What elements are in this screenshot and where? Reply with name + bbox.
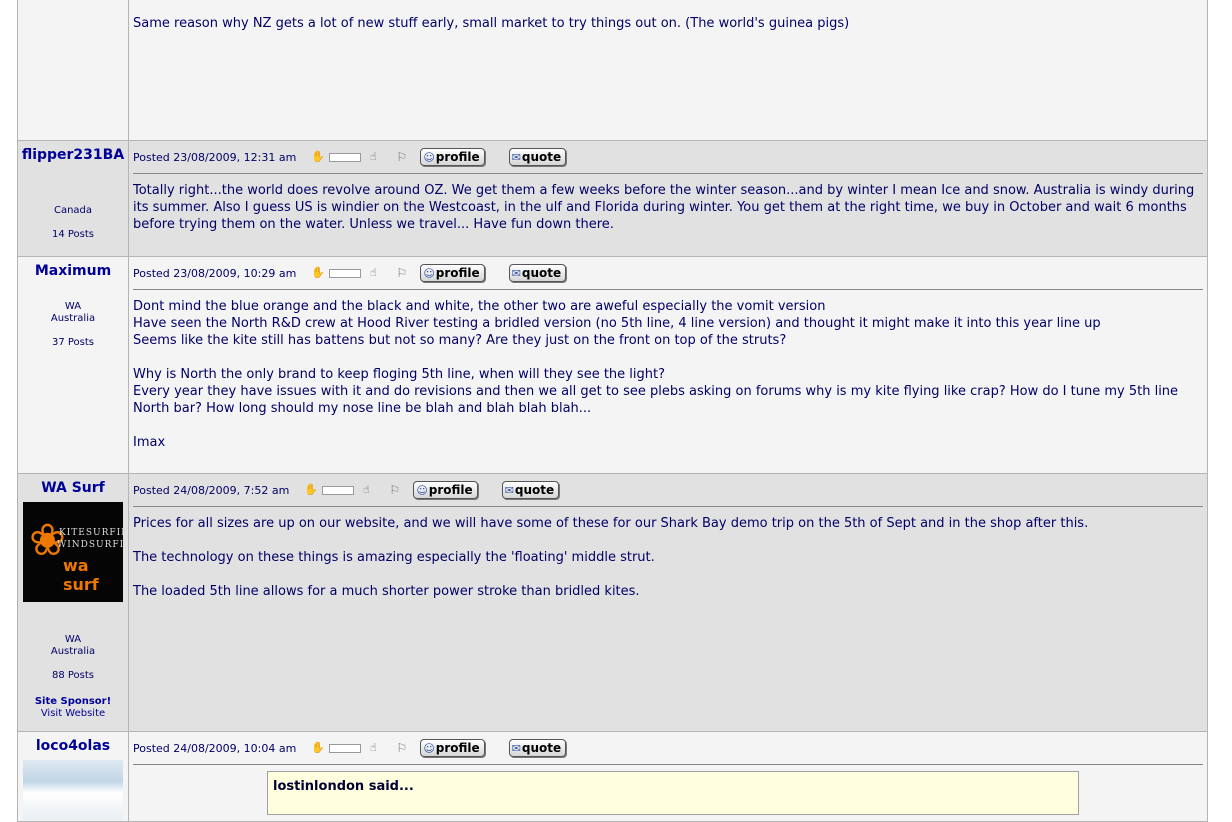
forum-post: loco4olas Posted 24/08/2009, 10:04 am ✋ … xyxy=(17,732,1208,822)
author-location-country: Australia xyxy=(50,646,96,657)
author-post-count: 37 Posts xyxy=(51,337,95,348)
author-panel: WA Surf ❀ KITESURFIN WINDSURFI wa surf W… xyxy=(18,474,129,731)
speech-bubble-icon: ✉ xyxy=(511,266,521,280)
forum-post: Same reason why NZ gets a lot of new stu… xyxy=(17,0,1208,141)
post-body: Dont mind the blue orange and the black … xyxy=(133,290,1207,451)
thumbs-up-icon[interactable]: ☝ xyxy=(367,151,379,163)
thumbs-up-icon[interactable]: ☝ xyxy=(367,742,379,754)
author-post-count: 14 Posts xyxy=(51,229,95,240)
thumbs-down-icon[interactable]: ✋ xyxy=(311,151,325,163)
rating-bar xyxy=(329,268,362,278)
post-timestamp: Posted 23/08/2009, 12:31 am xyxy=(133,150,297,164)
post-timestamp: Posted 23/08/2009, 10:29 am xyxy=(133,266,297,280)
author-username[interactable]: Maximum xyxy=(18,263,128,279)
post-paragraph: Totally right...the world does revolve a… xyxy=(133,183,1195,232)
rating-bar xyxy=(322,485,355,495)
rating-bar xyxy=(329,152,362,162)
speech-bubble-icon: ✉ xyxy=(511,741,521,755)
author-location-region: WA xyxy=(64,634,82,645)
author-panel: flipper231BA Canada 14 Posts xyxy=(18,141,129,256)
post-body: Prices for all sizes are up on our websi… xyxy=(133,507,1207,600)
post-paragraph: Same reason why NZ gets a lot of new stu… xyxy=(133,16,850,31)
post-paragraph: The loaded 5th line allows for a much sh… xyxy=(133,584,640,599)
profile-button[interactable]: ☺ profile xyxy=(420,739,485,757)
forum-post: flipper231BA Canada 14 Posts Posted 23/0… xyxy=(17,141,1208,257)
quoted-message: lostinlondon said... xyxy=(267,771,1079,815)
thumbs-up-icon[interactable]: ☝ xyxy=(367,267,379,279)
report-flag-icon[interactable]: ⚐ xyxy=(389,484,400,496)
quote-button[interactable]: ✉ quote xyxy=(508,264,567,282)
post-content: Posted 23/08/2009, 12:31 am ✋ ☝ ⚐ ☺ profi… xyxy=(129,141,1207,256)
post-toolbar: Posted 23/08/2009, 10:29 am ✋ ☝ ⚐ ☺ profi… xyxy=(133,257,1203,290)
forum-post: WA Surf ❀ KITESURFIN WINDSURFI wa surf W… xyxy=(17,474,1208,732)
quote-button[interactable]: ✉ quote xyxy=(508,739,567,757)
report-flag-icon[interactable]: ⚐ xyxy=(396,151,407,163)
post-paragraph: The technology on these things is amazin… xyxy=(133,550,655,565)
profile-button-label: profile xyxy=(435,266,480,280)
author-avatar xyxy=(23,760,123,820)
post-timestamp: Posted 24/08/2009, 7:52 am xyxy=(133,483,290,497)
forum-post: Maximum WA Australia 37 Posts Posted 23/… xyxy=(17,257,1208,474)
visit-website-link-text[interactable]: Visit Website xyxy=(41,708,105,719)
author-username[interactable]: loco4olas xyxy=(18,738,128,754)
author-panel xyxy=(18,0,129,140)
post-signature: Imax xyxy=(133,435,166,450)
post-body: Same reason why NZ gets a lot of new stu… xyxy=(133,0,1207,32)
visit-website-link[interactable]: Visit Website xyxy=(18,708,128,720)
post-paragraph: Prices for all sizes are up on our websi… xyxy=(133,516,1089,531)
quote-button-label: quote xyxy=(521,741,562,755)
post-body: Totally right...the world does revolve a… xyxy=(133,174,1207,233)
author-location-region: WA xyxy=(64,301,82,312)
profile-button-label: profile xyxy=(435,150,480,164)
sponsor-badge: Site Sponsor! xyxy=(34,696,112,707)
speech-bubble-icon: ✉ xyxy=(504,483,514,497)
author-avatar: ❀ KITESURFIN WINDSURFI wa surf xyxy=(23,502,123,602)
post-toolbar: Posted 24/08/2009, 10:04 am ✋ ☝ ⚐ ☺ profi… xyxy=(133,732,1203,765)
post-paragraph: Dont mind the blue orange and the black … xyxy=(133,299,1101,348)
post-content: Posted 24/08/2009, 7:52 am ✋ ☝ ⚐ ☺ profil… xyxy=(129,474,1207,731)
rating-bar xyxy=(329,743,362,753)
post-timestamp: Posted 24/08/2009, 10:04 am xyxy=(133,741,297,755)
author-post-count: 88 Posts xyxy=(51,670,95,681)
profile-button[interactable]: ☺ profile xyxy=(420,148,485,166)
quote-button-label: quote xyxy=(521,150,562,164)
user-icon: ☺ xyxy=(423,266,435,280)
forum-thread: Same reason why NZ gets a lot of new stu… xyxy=(17,0,1208,822)
thumbs-down-icon[interactable]: ✋ xyxy=(304,484,318,496)
quote-button-label: quote xyxy=(514,483,555,497)
post-toolbar: Posted 23/08/2009, 12:31 am ✋ ☝ ⚐ ☺ profi… xyxy=(133,141,1203,174)
post-content: Posted 24/08/2009, 10:04 am ✋ ☝ ⚐ ☺ profi… xyxy=(129,732,1207,821)
profile-button[interactable]: ☺ profile xyxy=(420,264,485,282)
avatar-text: KITESURFIN xyxy=(59,528,123,538)
post-content: Same reason why NZ gets a lot of new stu… xyxy=(129,0,1207,140)
quote-author: lostinlondon said... xyxy=(273,779,414,794)
user-icon: ☺ xyxy=(423,741,435,755)
speech-bubble-icon: ✉ xyxy=(511,150,521,164)
profile-button-label: profile xyxy=(428,483,473,497)
avatar-logo-text: wa surf xyxy=(63,556,99,594)
user-icon: ☺ xyxy=(423,150,435,164)
quote-button[interactable]: ✉ quote xyxy=(508,148,567,166)
thumbs-down-icon[interactable]: ✋ xyxy=(311,742,325,754)
quote-button-label: quote xyxy=(521,266,562,280)
post-toolbar: Posted 24/08/2009, 7:52 am ✋ ☝ ⚐ ☺ profil… xyxy=(133,474,1203,507)
post-content: Posted 23/08/2009, 10:29 am ✋ ☝ ⚐ ☺ profi… xyxy=(129,257,1207,473)
author-panel: loco4olas xyxy=(18,732,129,821)
author-location-country: Australia xyxy=(50,313,96,324)
report-flag-icon[interactable]: ⚐ xyxy=(396,267,407,279)
thumbs-down-icon[interactable]: ✋ xyxy=(311,267,325,279)
author-panel: Maximum WA Australia 37 Posts xyxy=(18,257,129,473)
post-paragraph: Why is North the only brand to keep flog… xyxy=(133,367,1179,416)
profile-button-label: profile xyxy=(435,741,480,755)
author-location: Canada xyxy=(53,205,93,216)
profile-button[interactable]: ☺ profile xyxy=(413,481,478,499)
quote-button[interactable]: ✉ quote xyxy=(501,481,560,499)
user-icon: ☺ xyxy=(416,483,428,497)
report-flag-icon[interactable]: ⚐ xyxy=(396,742,407,754)
avatar-text: WINDSURFI xyxy=(57,540,123,550)
author-username[interactable]: WA Surf xyxy=(18,480,128,496)
author-username[interactable]: flipper231BA xyxy=(18,147,128,163)
thumbs-up-icon[interactable]: ☝ xyxy=(360,484,372,496)
